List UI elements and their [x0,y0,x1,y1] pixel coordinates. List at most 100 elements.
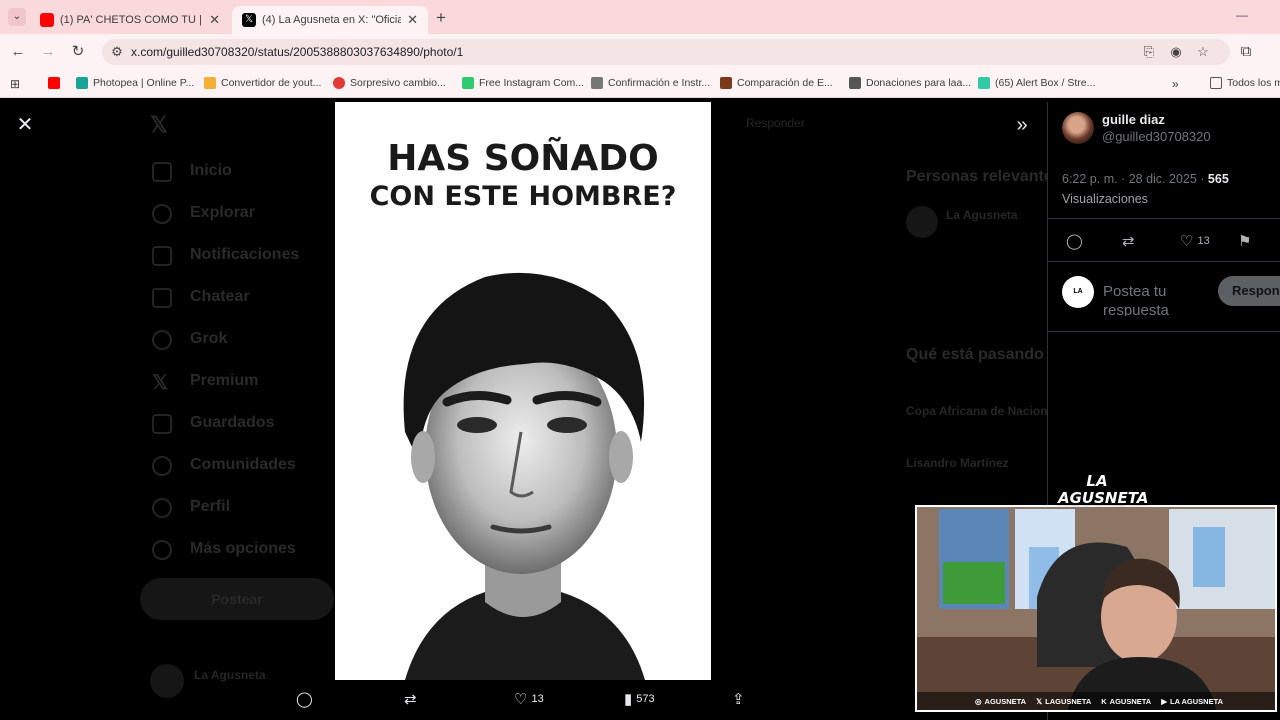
webcam-overlay: ◎ AGUSNETA 𝕏 LAGUSNETA K AGUSNETA ▶ LA AGUSN… [915,505,1277,712]
heart-icon: ♡ [1180,233,1194,250]
bookmark-icon[interactable]: ⚑ [1238,232,1251,250]
tab-youtube[interactable]: (1) PA' CHETOS COMO TU | LA ✕ [30,6,230,34]
la-agusneta-logo: LA AGUSNETA [1058,472,1149,507]
reply-icon[interactable]: ◯ [1066,232,1083,250]
like-button[interactable]: ♡ 13 [514,690,544,708]
reply-input[interactable]: Postea tu respuesta [1103,282,1213,316]
youtube-handle: ▶ LA AGUSNETA [1161,696,1224,706]
minimize-icon[interactable]: — [1236,8,1248,22]
close-tab-icon[interactable]: ✕ [209,12,220,28]
side-header-trends: Qué está pasando [906,346,1044,363]
post-view-count: 565 [1207,172,1229,186]
bookmark-instagram-com[interactable]: Free Instagram Com... [462,77,584,89]
reply-avatar: LA [1062,276,1094,308]
close-icon[interactable]: ✕ [14,114,36,136]
browser-tab-strip: ⌄ (1) PA' CHETOS COMO TU | LA ✕ 𝕏 (4) La… [0,0,1280,34]
notifications-icon [152,246,172,266]
reply-icon[interactable]: ◯ [296,690,313,708]
bookmarks-bar: ⊞ Photopea | Online P... Convertidor de … [0,70,1280,98]
nav-premium: Premium [190,372,259,389]
apps-grid-icon[interactable]: ⊞ [10,77,20,91]
address-bar[interactable]: ⚙ x.com/guilled30708320/status/200538880… [102,39,1230,65]
views-button[interactable]: ▮ 573 [624,690,655,708]
explore-icon [152,204,172,224]
social-handles-bar: ◎ AGUSNETA 𝕏 LAGUSNETA K AGUSNETA ▶ LA AGUSN… [917,692,1275,710]
photopea-icon [76,77,88,89]
portrait-illustration [403,272,645,680]
bookmark-donaciones[interactable]: Donaciones para laa... [849,77,971,89]
account-avatar [150,664,184,698]
bookmark-star-icon[interactable]: ☆ [1194,43,1212,61]
nav-home: Inicio [190,162,232,179]
donaciones-icon [849,77,861,89]
bookmark-alert-box[interactable]: (65) Alert Box / Stre... [978,77,1095,89]
like-button[interactable]: ♡ 13 [1180,232,1210,250]
like-count: 13 [1197,235,1210,247]
related-avatar [906,206,938,238]
x-favicon-icon: 𝕏 [242,13,256,27]
nav-explore: Explorar [190,204,255,221]
more-bookmarks-icon[interactable]: » [1172,77,1179,91]
x-handle: 𝕏 LAGUSNETA [1036,696,1092,706]
back-arrow-icon[interactable]: ← [8,42,28,62]
close-tab-icon[interactable]: ✕ [407,12,418,28]
home-icon [152,162,172,182]
bookmark-photopea[interactable]: Photopea | Online P... [76,77,194,89]
expand-panel-icon[interactable]: » [1011,114,1033,136]
reply-tab-label: Responder [746,116,805,130]
share-icon[interactable]: ⇪ [732,690,745,708]
bookmark-sorpresivo[interactable]: Sorpresivo cambio... [333,77,446,89]
repost-icon[interactable]: ⇄ [404,690,417,708]
w-icon [462,77,474,89]
post-actions: ◯ ⇄ ♡ 13 ⚑ [1048,218,1280,262]
instagram-icon: ◎ [975,696,982,706]
repost-icon[interactable]: ⇄ [1122,232,1135,250]
related-name: La Agusneta [946,208,1018,222]
tab-search-icon[interactable]: ⌄ [8,8,26,26]
tab-title: (1) PA' CHETOS COMO TU | LA [60,14,204,26]
new-tab-button[interactable]: + [436,8,446,28]
bookmark-folder-all[interactable]: Todos los m [1210,77,1280,89]
bookmark-convertidor[interactable]: Convertidor de yout... [204,77,321,89]
post-photo[interactable]: HAS SOÑADO CON ESTE HOMBRE? [335,102,711,680]
webcam-scene [917,507,1275,710]
grok-icon [152,330,172,350]
site-info-icon[interactable]: ⚙ [108,43,126,61]
tab-x-post[interactable]: 𝕏 (4) La Agusneta en X: "Oficialme ✕ [232,6,428,34]
bookmark-youtube[interactable] [48,77,65,89]
reply-composer: LA Postea tu respuesta Responder [1048,262,1280,332]
views-label: Visualizaciones [1062,192,1148,206]
profile-icon [152,498,172,518]
install-app-icon[interactable]: ⎘ [1140,43,1158,61]
instagram-handle: ◎ AGUSNETA [975,696,1027,706]
views-count: 573 [636,693,655,705]
kick-handle: K AGUSNETA [1101,696,1152,706]
reply-button[interactable]: Responder [1218,276,1280,306]
trend-item-1: Copa Africana de Naciones [906,404,1061,418]
author-handle[interactable]: @guilled30708320 [1102,129,1211,144]
extensions-icon[interactable]: ⧉ [1236,42,1256,62]
bookmark-confirmacion[interactable]: Confirmación e Instr... [591,77,710,89]
photo-action-bar: ◯ ⇄ ♡ 13 ▮ 573 ⇪ [290,686,760,714]
communities-icon [152,456,172,476]
nav-notifications: Notificaciones [190,246,300,263]
eye-off-icon[interactable]: ◉ [1167,43,1185,61]
kick-icon: K [1101,696,1107,706]
bookmark-comparacion[interactable]: Comparación de E... [720,77,833,89]
author-avatar[interactable] [1062,112,1094,144]
author-name[interactable]: guille diaz [1102,112,1165,127]
side-header-people: Personas relevantes [906,168,1062,185]
url-text[interactable]: x.com/guilled30708320/status/20053888030… [131,45,463,59]
account-name: La Agusneta [194,668,266,682]
nav-more-options: Más opciones [190,540,296,557]
comparacion-icon [720,77,732,89]
reload-icon[interactable]: ↻ [68,42,88,62]
more-options-icon [152,540,172,560]
tab-title: (4) La Agusneta en X: "Oficialme [262,14,402,26]
premium-icon: 𝕏 [152,372,169,394]
post-timestamp: 6:22 p. m. · 28 dic. 2025 · 565 [1062,172,1229,186]
forward-arrow-icon[interactable]: → [38,42,58,62]
nav-chat: Chatear [190,288,250,305]
x-icon: 𝕏 [1036,696,1043,706]
convertidor-icon [204,77,216,89]
